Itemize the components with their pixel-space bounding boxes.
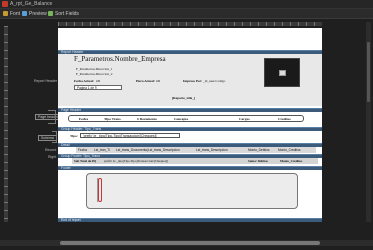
detail-debitos[interactable]: Monto_Debitos xyxy=(248,148,269,152)
detail-tipo[interactable]: Lst_tran_Ti xyxy=(94,148,110,152)
address-line-2[interactable]: F_Parametros.Direccion_2 xyxy=(76,72,112,76)
impreso-value[interactable]: _id_user.Codigo xyxy=(203,79,225,83)
detail-band[interactable]: Fecha Lst_tran_Ti Lst_trans_Documento|Ls… xyxy=(58,147,322,153)
page-header-band[interactable]: Fecha Tipo Trans. # Documento Concepto C… xyxy=(58,112,322,126)
hora-value[interactable]: #D xyxy=(156,79,160,83)
detail-documento[interactable]: Lst_trans_Documento|Lst_trans_Descripcio… xyxy=(116,148,180,152)
window-titlebar: A_rpt_Ge_Balance xyxy=(0,0,373,9)
sort-fields-label: Sort Fields xyxy=(55,11,79,17)
group-footer-band[interactable]: Sub Total de ##] prefix' Ie _tipo(Tipo.T… xyxy=(58,158,322,165)
detail-row[interactable]: Fecha Lst_tran_Ti Lst_trans_Documento|Ls… xyxy=(76,147,316,153)
preview-button[interactable]: Preview xyxy=(22,10,47,18)
address-line-1[interactable]: F_Parametros.Direccion_1 xyxy=(76,67,112,71)
font-button[interactable]: Font xyxy=(3,10,20,18)
hora-label: Hora Actual: xyxy=(136,79,155,83)
preview-label: Preview xyxy=(29,11,47,17)
page-number-field[interactable]: Pagina 1 de 9 xyxy=(74,85,122,90)
subtotal-expression[interactable]: prefix' Ie _tipo(Tipo.Tipo)Transaccion/[… xyxy=(104,159,168,163)
report-header-band[interactable]: F_Parametros.Nombre_Empresa F_Parametros… xyxy=(58,54,322,106)
page-header-bracket xyxy=(48,110,56,124)
subtotal-row[interactable]: Sub Total de ##] prefix' Ie _tipo(Tipo.T… xyxy=(72,158,318,164)
fecha-value[interactable]: #D xyxy=(96,79,100,83)
col-header-fecha[interactable]: Fecha xyxy=(79,117,88,121)
group-header-band[interactable]: Tipo: 'prefix' Ie _tipo(Tipo.Tipo)Transa… xyxy=(58,131,322,143)
preview-icon xyxy=(22,11,27,16)
vertical-scrollbar[interactable] xyxy=(366,22,371,222)
impreso-label: Impreso Por: xyxy=(183,79,203,83)
side-label-right: Right xyxy=(48,155,57,159)
selection-handle[interactable] xyxy=(98,178,102,202)
report-design-canvas[interactable]: Report Header F_Parametros.Nombre_Empres… xyxy=(58,28,322,222)
fecha-label: Fecha Actual: xyxy=(74,79,95,83)
image-icon xyxy=(279,70,286,76)
subtotal-debitos[interactable]: Suma: Debitos xyxy=(248,159,268,163)
sort-fields-button[interactable]: Sort Fields xyxy=(48,10,79,18)
schema-bracket xyxy=(52,131,57,143)
side-label-report-header: Report Header xyxy=(34,79,57,83)
col-header-creditos[interactable]: Creditos xyxy=(278,117,291,121)
footer-text-box[interactable] xyxy=(86,173,298,209)
horizontal-ruler xyxy=(58,22,322,26)
font-icon xyxy=(3,11,8,16)
vertical-ruler xyxy=(4,26,8,222)
tipo-expression-field[interactable]: 'prefix' Ie _tipo(Tipo.Tipo)Transaccion/… xyxy=(80,133,180,138)
window-title: A_rpt_Ge_Balance xyxy=(10,1,53,7)
side-label-record: Record xyxy=(45,148,57,152)
company-logo-image[interactable] xyxy=(264,58,300,87)
col-header-tipo-trans[interactable]: Tipo Trans. xyxy=(104,117,121,121)
company-name-field[interactable]: F_Parametros.Nombre_Empresa xyxy=(74,55,166,63)
font-label: Font xyxy=(10,11,21,17)
col-header-documento[interactable]: # Documento xyxy=(137,117,157,121)
vertical-scroll-thumb[interactable] xyxy=(367,42,370,102)
col-header-cargos[interactable]: Cargos xyxy=(239,117,250,121)
detail-fecha[interactable]: Fecha xyxy=(78,148,87,152)
app-icon xyxy=(2,1,8,7)
column-header-row[interactable]: Fecha Tipo Trans. # Documento Concepto C… xyxy=(68,115,304,122)
detail-creditos[interactable]: Monto_Creditos xyxy=(278,148,301,152)
toolbar: Font Preview Sort Fields xyxy=(0,9,373,19)
horizontal-scroll-thumb[interactable] xyxy=(60,241,320,245)
footer-band[interactable] xyxy=(58,170,322,218)
detail-descripcion[interactable]: Lst_trans_Descripcion xyxy=(196,148,228,152)
section-label: End of report xyxy=(61,218,81,222)
sort-icon xyxy=(48,11,53,16)
subtotal-creditos[interactable]: Monto_Creditos xyxy=(280,159,302,163)
subtotal-label[interactable]: Sub Total de ##] xyxy=(74,159,96,163)
col-header-concepto[interactable]: Concepto xyxy=(174,117,188,121)
report-title-field[interactable]: [Reporte_title_] xyxy=(172,96,195,100)
horizontal-scrollbar[interactable] xyxy=(0,240,373,246)
section-bar-end-of-report[interactable]: End of report xyxy=(58,218,322,222)
tipo-label: Tipo: xyxy=(70,134,78,138)
